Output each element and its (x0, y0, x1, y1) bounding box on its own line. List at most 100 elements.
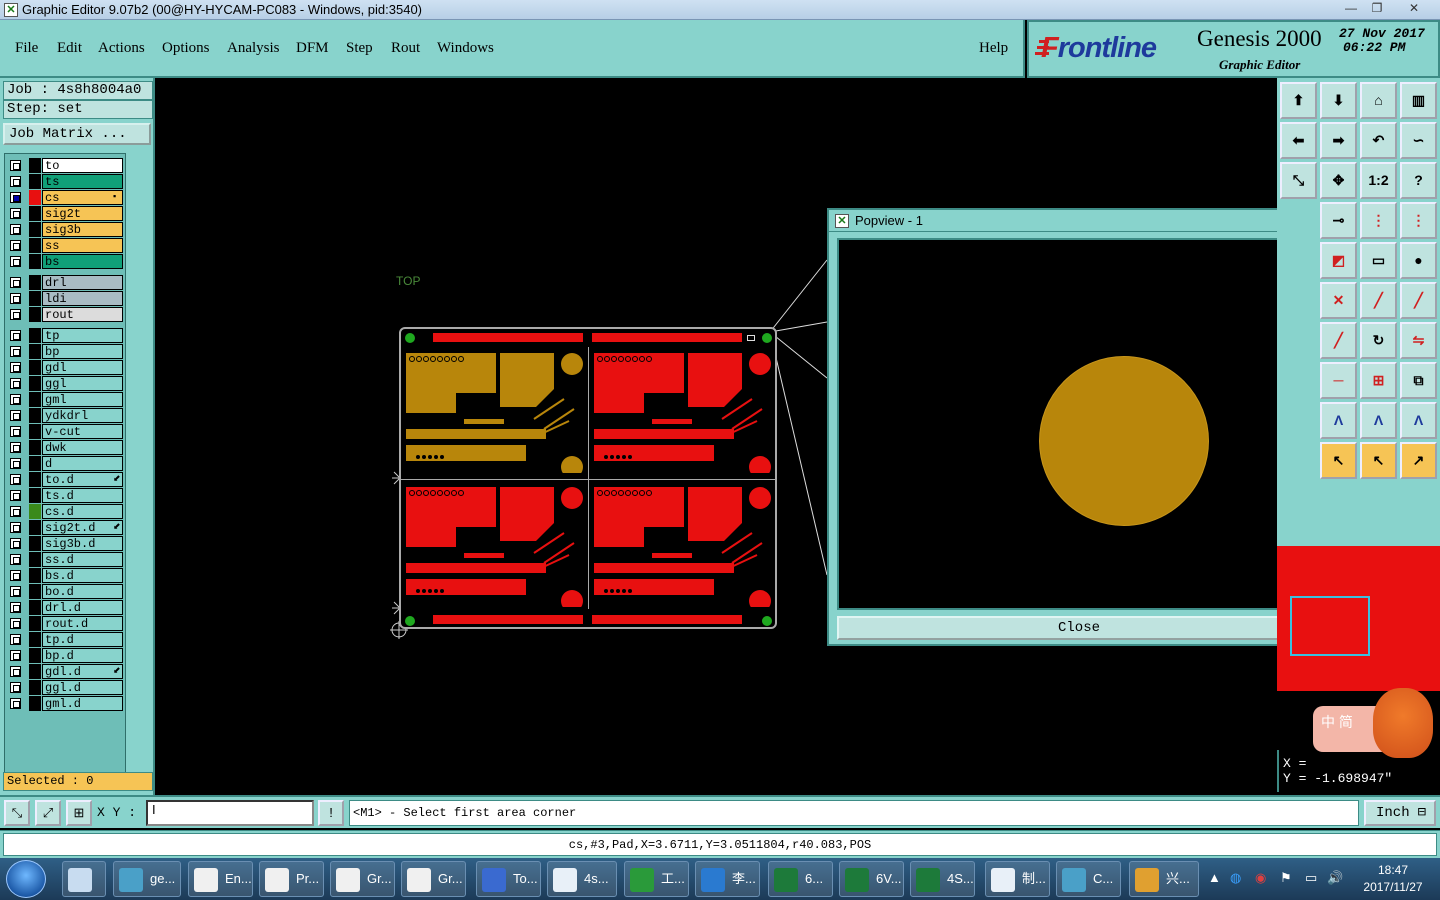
taskbar-item[interactable]: Gr... (401, 861, 466, 897)
xy-input[interactable]: I (146, 800, 314, 826)
layer-affected-toggle[interactable] (29, 600, 41, 615)
layer-affected-toggle[interactable] (29, 680, 41, 695)
layer-row-rout.d[interactable]: rout.d (5, 616, 125, 631)
popview-title-bar[interactable]: ✕ Popview - 1 (829, 210, 1325, 232)
layer-name[interactable]: ggl.d (42, 680, 123, 695)
undo-zoom-icon[interactable]: ↶ (1360, 122, 1397, 159)
layer-checkbox[interactable] (10, 586, 21, 597)
alert-button[interactable]: ! (318, 800, 344, 826)
layer-checkbox[interactable] (10, 666, 21, 677)
layer-affected-toggle[interactable] (29, 275, 41, 290)
layer-affected-toggle[interactable] (29, 206, 41, 221)
layer-row-cs[interactable]: cs ▪ (5, 190, 125, 205)
layer-name[interactable]: ss (42, 238, 123, 253)
menu-rout[interactable]: Rout (391, 40, 420, 57)
layer-checkbox[interactable] (10, 224, 21, 235)
layer-affected-toggle[interactable] (29, 536, 41, 551)
popview-close-button[interactable]: Close (837, 616, 1321, 640)
layer-affected-toggle[interactable] (29, 552, 41, 567)
layer-row-bs[interactable]: bs (5, 254, 125, 269)
arc3-icon[interactable]: Λ (1400, 402, 1437, 439)
layer-name[interactable]: v-cut (42, 424, 123, 439)
home-view-icon[interactable]: ⬆ (1280, 82, 1317, 119)
taskbar-item[interactable]: ge... (113, 861, 181, 897)
layer-name[interactable]: tp (42, 328, 123, 343)
layer-checkbox[interactable] (10, 634, 21, 645)
layer-checkbox[interactable] (10, 538, 21, 549)
draw-icon[interactable]: ╱ (1320, 322, 1357, 359)
popview-canvas[interactable] (837, 238, 1285, 610)
grid-icon[interactable]: ⊞ (66, 800, 92, 826)
layer-name[interactable]: gml (42, 392, 123, 407)
layer-row-sig2t.d[interactable]: sig2t.d ⬋ (5, 520, 125, 535)
maximize-button[interactable]: ❐ (1366, 1, 1388, 17)
layer-affected-toggle[interactable] (29, 254, 41, 269)
layer-row-bo.d[interactable]: bo.d (5, 584, 125, 599)
taskbar-item[interactable]: 制... (985, 861, 1050, 897)
layer-row-gdl[interactable]: gdl (5, 360, 125, 375)
layer-checkbox[interactable] (10, 570, 21, 581)
layer-checkbox[interactable] (10, 176, 21, 187)
layer-name[interactable]: rout.d (42, 616, 123, 631)
layer-checkbox[interactable] (10, 160, 21, 171)
house-icon[interactable]: ⌂ (1360, 82, 1397, 119)
layer-affected-toggle[interactable] (29, 488, 41, 503)
layer-checkbox[interactable] (10, 192, 21, 203)
tray-expand-icon[interactable]: ▲ (1208, 870, 1221, 885)
layer-row-ydkdrl[interactable]: ydkdrl (5, 408, 125, 423)
box-icon[interactable]: ⊞ (1360, 362, 1397, 399)
layer-name[interactable]: drl (42, 275, 123, 290)
zoom-center-icon[interactable]: ✥ (1320, 162, 1357, 199)
layer-checkbox[interactable] (10, 362, 21, 373)
cross-icon[interactable]: ✕ (1320, 282, 1357, 319)
taskbar-item[interactable] (62, 861, 106, 897)
tray-network-icon[interactable]: ▭ (1305, 870, 1317, 886)
zoom-fit-icon[interactable]: ⤡ (1280, 162, 1317, 199)
snap-icon[interactable]: ⤡ (4, 800, 30, 826)
select2-icon[interactable]: ↖ (1360, 442, 1397, 479)
layer-row-to.d[interactable]: to.d ⬋ (5, 472, 125, 487)
taskbar-item[interactable]: En... (188, 861, 253, 897)
layer-affected-toggle[interactable] (29, 648, 41, 663)
layer-row-gdl.d[interactable]: gdl.d ⬋ (5, 664, 125, 679)
net-red-icon[interactable]: ⋮ (1360, 202, 1397, 239)
measure-icon[interactable]: ⤢ (35, 800, 61, 826)
layer-name[interactable]: rout (42, 307, 123, 322)
layer-affected-toggle[interactable] (29, 392, 41, 407)
layer-checkbox[interactable] (10, 490, 21, 501)
layer-affected-toggle[interactable] (29, 616, 41, 631)
line2-icon[interactable]: ╱ (1400, 282, 1437, 319)
layer-affected-toggle[interactable] (29, 222, 41, 237)
tray-app-icon[interactable]: ◍ (1230, 870, 1241, 886)
layer-name[interactable]: bs (42, 254, 123, 269)
layer-row-ts.d[interactable]: ts.d (5, 488, 125, 503)
layer-row-v-cut[interactable]: v-cut (5, 424, 125, 439)
layer-checkbox[interactable] (10, 458, 21, 469)
layer-name[interactable]: ts.d (42, 488, 123, 503)
scale-icon[interactable]: 1:2 (1360, 162, 1397, 199)
layer-checkbox[interactable] (10, 378, 21, 389)
tray-shield-icon[interactable]: ◉ (1255, 870, 1266, 886)
layer-affected-toggle[interactable] (29, 158, 41, 173)
taskbar-item[interactable]: 4S... (910, 861, 975, 897)
layer-row-ss.d[interactable]: ss.d (5, 552, 125, 567)
layer-row-bs.d[interactable]: bs.d (5, 568, 125, 583)
layout-icon[interactable]: ▥ (1400, 82, 1437, 119)
layer-checkbox[interactable] (10, 394, 21, 405)
menu-analysis[interactable]: Analysis (227, 40, 280, 57)
step-field[interactable]: Step: set (3, 100, 153, 119)
unit-selector[interactable]: Inch ⊟ (1364, 800, 1436, 826)
layer-row-ggl[interactable]: ggl (5, 376, 125, 391)
taskbar-item[interactable]: C... (1056, 861, 1121, 897)
taskbar-item[interactable]: Pr... (259, 861, 324, 897)
layer-name[interactable]: bs.d (42, 568, 123, 583)
pan-left-icon[interactable]: ⬅ (1280, 122, 1317, 159)
layer-row-d[interactable]: d (5, 456, 125, 471)
clock[interactable]: 18:47 2017/11/27 (1348, 862, 1438, 896)
layer-affected-toggle[interactable] (29, 584, 41, 599)
taskbar-item[interactable]: 6V... (839, 861, 904, 897)
layer-affected-toggle[interactable] (29, 632, 41, 647)
layer-checkbox[interactable] (10, 682, 21, 693)
layer-name[interactable]: ggl (42, 376, 123, 391)
layer-checkbox[interactable] (10, 240, 21, 251)
